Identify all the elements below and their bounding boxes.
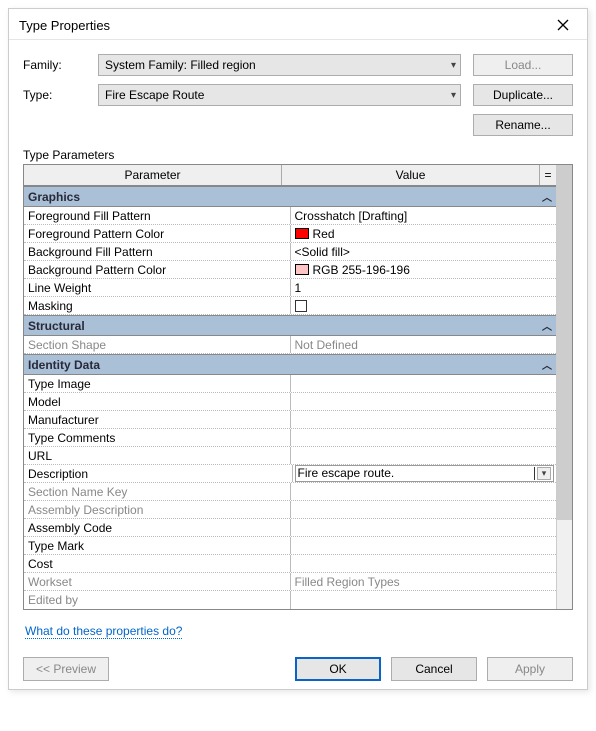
description-input[interactable]: Fire escape route. ▾ bbox=[295, 465, 555, 482]
ok-button[interactable]: OK bbox=[295, 657, 381, 681]
row-edited-by: Edited by bbox=[24, 591, 556, 609]
row-assembly-code[interactable]: Assembly Code bbox=[24, 519, 556, 537]
row-assembly-description: Assembly Description bbox=[24, 501, 556, 519]
row-description[interactable]: Description Fire escape route. ▾ bbox=[24, 465, 556, 483]
close-icon[interactable] bbox=[549, 15, 577, 35]
preview-button: << Preview bbox=[23, 657, 109, 681]
row-type-image[interactable]: Type Image bbox=[24, 375, 556, 393]
group-structural[interactable]: Structural ︿ bbox=[24, 315, 556, 336]
family-label: Family: bbox=[23, 58, 98, 72]
group-graphics[interactable]: Graphics ︿ bbox=[24, 186, 556, 207]
duplicate-button[interactable]: Duplicate... bbox=[473, 84, 573, 106]
grid-header: Parameter Value = bbox=[24, 165, 556, 186]
row-cost[interactable]: Cost bbox=[24, 555, 556, 573]
parameter-grid: Parameter Value = Graphics ︿ Foreground … bbox=[23, 164, 573, 610]
collapse-icon: ︿ bbox=[542, 318, 552, 333]
cancel-button[interactable]: Cancel bbox=[391, 657, 477, 681]
row-bg-fill-pattern[interactable]: Background Fill Pattern <Solid fill> bbox=[24, 243, 556, 261]
col-equals[interactable]: = bbox=[540, 165, 556, 185]
collapse-icon: ︿ bbox=[542, 357, 552, 372]
type-properties-dialog: Type Properties Family: System Family: F… bbox=[8, 8, 588, 690]
row-model[interactable]: Model bbox=[24, 393, 556, 411]
grid-scrollbar[interactable] bbox=[556, 165, 572, 609]
row-type-mark[interactable]: Type Mark bbox=[24, 537, 556, 555]
family-combo[interactable]: System Family: Filled region ▾ bbox=[98, 54, 461, 76]
type-label: Type: bbox=[23, 88, 98, 102]
col-parameter[interactable]: Parameter bbox=[24, 165, 282, 185]
row-manufacturer[interactable]: Manufacturer bbox=[24, 411, 556, 429]
apply-button: Apply bbox=[487, 657, 573, 681]
type-value: Fire Escape Route bbox=[105, 88, 451, 102]
row-bg-pattern-color[interactable]: Background Pattern Color RGB 255-196-196 bbox=[24, 261, 556, 279]
row-fg-pattern-color[interactable]: Foreground Pattern Color Red bbox=[24, 225, 556, 243]
col-value[interactable]: Value bbox=[282, 165, 540, 185]
masking-checkbox[interactable] bbox=[295, 300, 307, 312]
chevron-down-icon: ▾ bbox=[451, 90, 456, 101]
family-value: System Family: Filled region bbox=[105, 58, 451, 72]
dialog-body: Family: System Family: Filled region ▾ L… bbox=[9, 40, 587, 651]
row-section-name-key: Section Name Key bbox=[24, 483, 556, 501]
collapse-icon: ︿ bbox=[542, 189, 552, 204]
load-button: Load... bbox=[473, 54, 573, 76]
row-url[interactable]: URL bbox=[24, 447, 556, 465]
row-section-shape: Section Shape Not Defined bbox=[24, 336, 556, 354]
rename-button[interactable]: Rename... bbox=[473, 114, 573, 136]
help-link[interactable]: What do these properties do? bbox=[25, 624, 182, 639]
row-line-weight[interactable]: Line Weight 1 bbox=[24, 279, 556, 297]
color-swatch-red bbox=[295, 228, 309, 239]
row-workset: Workset Filled Region Types bbox=[24, 573, 556, 591]
type-parameters-label: Type Parameters bbox=[23, 148, 573, 162]
titlebar: Type Properties bbox=[9, 9, 587, 40]
row-fg-fill-pattern[interactable]: Foreground Fill Pattern Crosshatch [Draf… bbox=[24, 207, 556, 225]
group-identity-data[interactable]: Identity Data ︿ bbox=[24, 354, 556, 375]
row-type-comments[interactable]: Type Comments bbox=[24, 429, 556, 447]
type-combo[interactable]: Fire Escape Route ▾ bbox=[98, 84, 461, 106]
dialog-footer: << Preview OK Cancel Apply bbox=[9, 651, 587, 681]
window-title: Type Properties bbox=[19, 18, 549, 33]
row-masking[interactable]: Masking bbox=[24, 297, 556, 315]
chevron-down-icon: ▾ bbox=[451, 60, 456, 71]
chevron-down-icon[interactable]: ▾ bbox=[537, 467, 551, 480]
color-swatch-pink bbox=[295, 264, 309, 275]
scroll-thumb[interactable] bbox=[557, 165, 572, 520]
